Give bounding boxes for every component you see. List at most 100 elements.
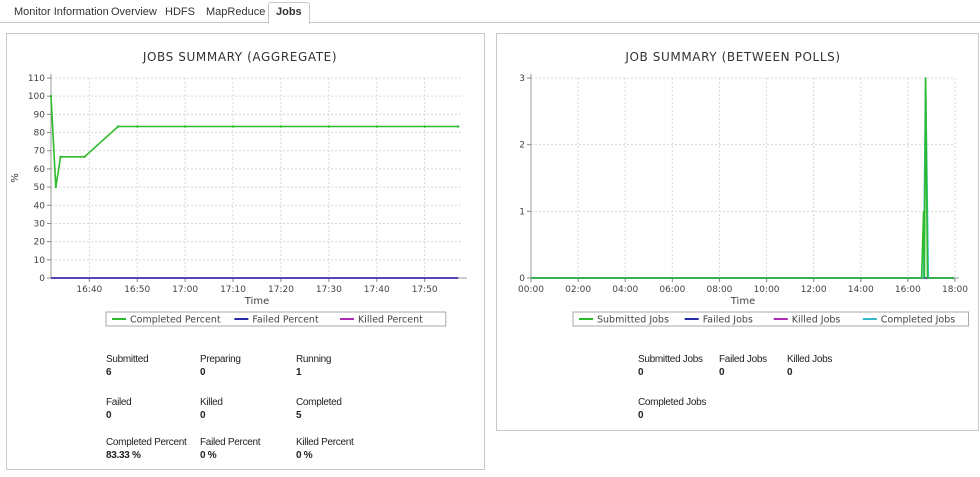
x-tick-label: 17:20	[268, 285, 294, 295]
stat-value: 0	[106, 410, 112, 421]
x-tick-label: 17:00	[172, 285, 198, 295]
stat-value: 0	[787, 367, 793, 378]
y-tick-label: 30	[34, 219, 46, 229]
y-tick-label: 10	[34, 256, 46, 266]
data-point	[457, 125, 460, 128]
data-point	[136, 125, 139, 128]
tab-monitor-information[interactable]: Monitor Information	[6, 2, 117, 23]
x-tick-label: 08:00	[706, 285, 732, 295]
tab-jobs[interactable]: Jobs	[268, 2, 310, 24]
chart-grid	[530, 77, 956, 278]
stat-submitted-jobs: Submitted Jobs 0	[638, 354, 703, 379]
legend-label-completed-jobs: Completed Jobs	[881, 315, 955, 326]
x-tick-label: 16:00	[895, 285, 921, 295]
x-tick-label: 17:40	[364, 285, 390, 295]
tab-overview[interactable]: Overview	[103, 2, 165, 23]
stat-value: 0	[638, 367, 644, 378]
stat-submitted: Submitted 6	[106, 354, 149, 379]
y-tick-label: 40	[34, 201, 46, 211]
tab-mapreduce[interactable]: MapReduce	[198, 2, 273, 23]
stat-value: 6	[106, 367, 112, 378]
y-tick-label: 90	[34, 110, 46, 120]
stat-killed-jobs: Killed Jobs 0	[787, 354, 832, 379]
chart-title: JOB SUMMARY (BETWEEN POLLS)	[624, 50, 840, 64]
stat-label: Failed Percent	[200, 437, 261, 448]
legend-label-completed-percent: Completed Percent	[130, 315, 221, 326]
stat-value: 83.33 %	[106, 450, 141, 461]
series-line-completed-jobs	[531, 77, 955, 279]
data-point	[183, 125, 187, 128]
stat-value: 0	[719, 367, 725, 378]
x-tick-label: 06:00	[659, 285, 685, 295]
legend-label-killed-jobs: Killed Jobs	[792, 315, 841, 326]
x-tick-label: 18:00	[942, 285, 968, 295]
x-tick-label: 12:00	[801, 285, 827, 295]
stat-value: 5	[296, 410, 302, 421]
x-tick-label: 14:00	[848, 285, 874, 295]
data-point	[231, 125, 235, 128]
stat-label: Failed Jobs	[719, 354, 767, 365]
stat-label: Completed Jobs	[638, 397, 707, 408]
stat-label: Submitted Jobs	[638, 354, 703, 365]
data-point	[423, 125, 426, 128]
stat-completed-jobs: Completed Jobs 0	[638, 397, 706, 422]
stat-label: Preparing	[200, 354, 241, 365]
stat-preparing: Preparing 0	[200, 354, 241, 379]
job-summary-between-polls-panel: JOB SUMMARY (BETWEEN POLLS) 0 1 2 3 00:00 02:0…	[496, 33, 979, 431]
y-tick-label: 0	[519, 274, 525, 284]
y-tick-label: 100	[28, 92, 45, 102]
x-tick-label: 04:00	[612, 285, 638, 295]
data-point	[54, 185, 57, 189]
y-tick-label: 80	[34, 129, 46, 139]
stat-value: 0 %	[296, 450, 313, 461]
x-tick-label: 10:00	[754, 285, 780, 295]
x-tick-label: 17:10	[220, 285, 246, 295]
x-axis-label: Time	[244, 296, 269, 307]
job-summary-between-polls-chart: JOB SUMMARY (BETWEEN POLLS) 0 1 2 3 00:00 02:0…	[518, 50, 969, 327]
stat-label: Completed Percent	[106, 437, 187, 448]
stat-failed-percent: Failed Percent 0 %	[200, 437, 261, 462]
legend-label-submitted-jobs: Submitted Jobs	[597, 315, 669, 326]
stat-label: Submitted	[106, 354, 149, 365]
y-tick-label: 1	[519, 207, 525, 217]
stat-value: 0	[200, 410, 206, 421]
stat-value: 0 %	[200, 450, 217, 461]
chart-legend: Submitted Jobs Failed Jobs Killed Jobs Comp…	[572, 311, 969, 327]
stat-killed: Killed 0	[200, 397, 223, 422]
y-tick-label: 0	[39, 274, 45, 284]
stat-label: Killed	[200, 397, 223, 408]
legend-label-killed-percent: Killed Percent	[358, 315, 423, 326]
data-point	[375, 125, 378, 128]
data-point	[83, 155, 86, 158]
data-point	[116, 125, 120, 128]
x-tick-label: 17:50	[412, 285, 438, 295]
stat-killed-percent: Killed Percent 0 %	[296, 437, 354, 462]
chart-grid	[51, 77, 463, 278]
y-tick-label: 20	[34, 238, 46, 248]
x-tick-label: 16:50	[124, 285, 150, 295]
y-tick-label: 3	[519, 74, 525, 84]
data-point	[279, 125, 283, 128]
data-point	[59, 155, 62, 158]
series-line-submitted-jobs	[531, 77, 955, 279]
stat-value: 1	[296, 367, 302, 378]
x-tick-label: 02:00	[565, 285, 591, 295]
stat-value: 0	[638, 410, 644, 421]
x-tick-label: 16:40	[76, 285, 102, 295]
legend-label-failed-percent: Failed Percent	[252, 315, 319, 326]
x-tick-label: 00:00	[518, 285, 544, 295]
y-tick-label: 70	[34, 147, 46, 157]
y-tick-label: 2	[519, 141, 525, 151]
tab-hdfs[interactable]: HDFS	[157, 2, 203, 23]
stat-completed-percent: Completed Percent 83.33 %	[106, 437, 187, 462]
jobs-summary-aggregate-panel: JOBS SUMMARY (AGGREGATE) 0 10 20 30 40 50 60 70 8…	[6, 33, 485, 470]
data-point	[49, 94, 53, 98]
x-axis-label: Time	[730, 296, 755, 307]
series-line-completed-percent	[50, 96, 459, 188]
stat-completed: Completed 5	[296, 397, 342, 422]
tab-bar: Monitor Information Overview HDFS MapRed…	[0, 0, 980, 24]
chart-legend: Completed Percent Failed Percent Killed Pe…	[105, 311, 447, 327]
stat-label: Killed Percent	[296, 437, 354, 448]
stat-label: Completed	[296, 397, 342, 408]
jobs-summary-aggregate-chart: JOBS SUMMARY (AGGREGATE) 0 10 20 30 40 50 60 70 8…	[10, 50, 467, 327]
